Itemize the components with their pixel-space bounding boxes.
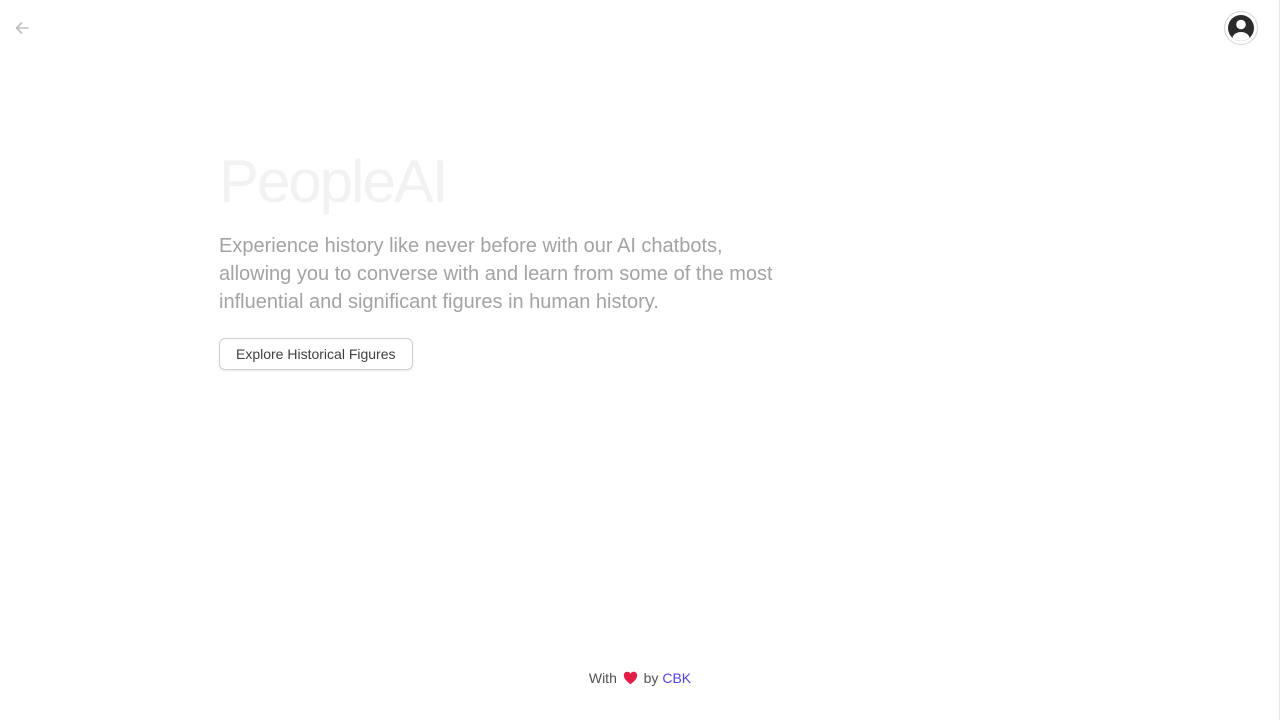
author-link[interactable]: CBK [662,670,691,686]
footer-middle: by [643,670,659,686]
footer: With by CBK [0,668,1280,690]
hero-section: PeopleAI Experience history like never b… [219,148,819,370]
hero-description: Experience history like never before wit… [219,235,773,313]
footer-prefix: With [588,670,617,686]
page: PeopleAI Experience history like never b… [0,0,1280,720]
page-title: PeopleAI [219,148,449,215]
arrow-left-icon [15,22,29,34]
user-avatar-button[interactable] [1224,11,1258,45]
explore-historical-figures-button[interactable]: Explore Historical Figures [219,338,413,370]
heart-icon [623,670,638,690]
user-circle-icon [1228,15,1254,41]
back-button[interactable] [12,18,32,38]
